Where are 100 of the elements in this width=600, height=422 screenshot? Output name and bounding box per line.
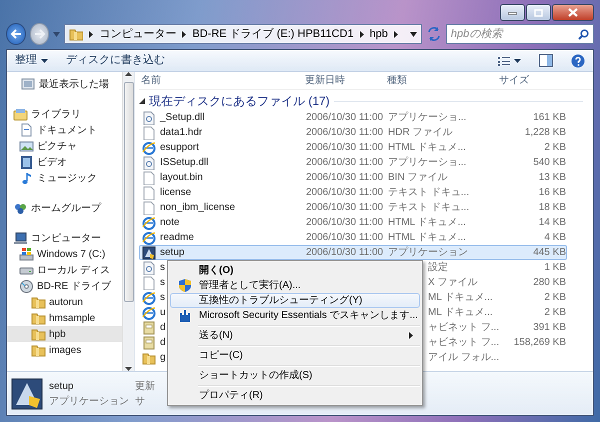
file-size: 2 KB (544, 292, 566, 303)
forward-button[interactable] (30, 23, 50, 45)
nav-item[interactable]: Windows 7 (C:) (7, 246, 122, 262)
nav-item[interactable]: 最近表示した場 (7, 76, 122, 92)
forward-arrow-icon (34, 29, 46, 39)
cabinet-file-icon (142, 336, 156, 350)
file-name: s (160, 276, 165, 290)
chevron-icon[interactable] (89, 30, 94, 38)
toolbar-button[interactable]: ディスクに書き込む (66, 52, 165, 69)
modified-date: 2006/10/30 11:00 (306, 157, 384, 168)
file-name: data1.hdr (160, 126, 202, 140)
document-icon (19, 122, 34, 138)
file-name: license (160, 186, 192, 200)
close-button[interactable] (552, 4, 594, 21)
file-type: ML ドキュメ... (428, 292, 493, 303)
file-type: 設定 (428, 262, 448, 273)
browser-document-icon (142, 290, 156, 304)
dll-file-icon (142, 156, 156, 170)
cabinet-file-icon (142, 320, 156, 334)
breadcrumb[interactable]: BD-RE ドライブ (E:) HPB11CD1 (192, 26, 354, 42)
folder-icon (31, 310, 46, 326)
nav-item[interactable]: ローカル ディス (7, 262, 122, 278)
file-name: s (160, 291, 165, 305)
menu-item[interactable]: 互換性のトラブルシューティング(Y) (170, 293, 420, 308)
view-options-button[interactable] (498, 56, 521, 66)
menu-button[interactable]: 整理 (15, 52, 48, 69)
help-icon[interactable] (571, 54, 585, 68)
file-type: X ファイル (428, 277, 478, 288)
minimize-button[interactable] (500, 4, 525, 21)
caret-icon (41, 58, 48, 62)
nav-item[interactable]: コンピューター (7, 230, 122, 246)
chevron-icon[interactable] (394, 30, 398, 38)
menu-item[interactable]: 開く(O) (170, 263, 420, 278)
maximize-icon (534, 8, 543, 16)
recent-places-icon (21, 76, 36, 92)
nav-item[interactable]: ドキュメント (7, 122, 122, 138)
column-header[interactable]: 更新日時 (305, 75, 345, 86)
nav-item[interactable]: hpb (7, 326, 122, 342)
nav-item[interactable]: ライブラリ (7, 106, 122, 122)
breadcrumb[interactable]: コンピューター (99, 26, 176, 42)
file-name: d (160, 321, 166, 335)
close-icon (568, 8, 578, 17)
back-button[interactable] (6, 23, 26, 45)
file-name: _Setup.dll (160, 111, 204, 125)
file-name: setup (49, 380, 74, 394)
file-name: non_ibm_license (160, 201, 236, 215)
column-header[interactable]: サイズ (499, 75, 529, 86)
file-type: テキスト ドキュ... (388, 202, 470, 213)
file-name: layout.bin (160, 171, 203, 185)
menu-item[interactable]: ショートカットの作成(S) (170, 368, 420, 383)
nav-item[interactable]: hmsample (7, 310, 122, 326)
scrollbar[interactable] (122, 72, 134, 371)
address-bar[interactable]: コンピューター BD-RE ドライブ (E:) HPB11CD1 hpb (64, 24, 422, 44)
file-size: 540 KB (533, 157, 566, 168)
file-type: ャビネット フ... (428, 337, 500, 348)
chevron-icon[interactable] (182, 30, 186, 38)
group-header[interactable]: 現在ディスクにあるファイル (17) (149, 92, 330, 110)
nav-item[interactable]: ピクチャ (7, 138, 122, 154)
dll-file-icon (142, 110, 156, 124)
nav-item[interactable]: ミュージック (7, 170, 122, 186)
breadcrumb[interactable]: hpb (370, 26, 388, 42)
menu-item[interactable]: プロパティ(R) (170, 388, 420, 403)
view-list-icon (498, 56, 510, 66)
browser-document-icon (142, 140, 156, 154)
nav-item[interactable]: autorun (7, 294, 122, 310)
file-size: 4 KB (544, 232, 566, 243)
file-type: アプリケーショ... (388, 112, 466, 123)
menu-item[interactable]: 送る(N) (170, 328, 420, 343)
file-name: setup (160, 246, 184, 260)
maximize-button[interactable] (526, 4, 551, 21)
menu-item[interactable]: 管理者として実行(A)... (170, 278, 420, 293)
property-label: サ (135, 394, 146, 408)
nav-item[interactable]: images (7, 342, 122, 358)
property-label: 更新 (135, 380, 155, 394)
optical-drive-icon (19, 278, 34, 294)
column-header[interactable]: 名前 (141, 75, 161, 86)
dll-file-icon (142, 260, 156, 274)
file-name: esupport (160, 141, 199, 155)
file-size: 2 KB (544, 307, 566, 318)
file-size: 445 KB (533, 247, 566, 258)
search-icon[interactable] (578, 28, 589, 40)
nav-item[interactable]: BD-RE ドライブ (7, 278, 122, 294)
selected-file-row[interactable]: setup 2006/10/30 11:00 アプリケーション 445 KB (139, 245, 567, 260)
submenu-arrow-icon (409, 332, 413, 339)
menu-item[interactable]: コピー(C) (170, 348, 420, 363)
preview-pane-icon[interactable] (539, 54, 553, 67)
browser-document-icon (142, 230, 156, 244)
file-type: テキスト ドキュ... (388, 187, 470, 198)
menu-item[interactable]: Microsoft Security Essentials でスキャンします... (170, 308, 420, 323)
file-name: ISSetup.dll (160, 156, 208, 170)
dropdown-caret-icon[interactable] (410, 32, 417, 36)
collapse-arrow-icon[interactable] (139, 98, 145, 104)
nav-item[interactable]: ホームグループ (7, 200, 122, 216)
file-size: 14 KB (538, 217, 566, 228)
column-header[interactable]: 種類 (387, 75, 407, 86)
nav-item[interactable]: ビデオ (7, 154, 122, 170)
file-size: 161 KB (533, 112, 566, 123)
browser-document-icon (142, 216, 156, 230)
chevron-icon[interactable] (360, 30, 364, 38)
search-box[interactable]: hpbの検索 (446, 24, 594, 44)
